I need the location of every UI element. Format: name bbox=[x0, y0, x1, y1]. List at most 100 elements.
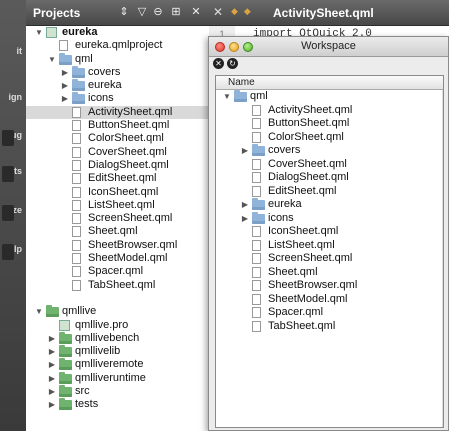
file-row[interactable]: ButtonSheet.qml bbox=[26, 119, 209, 132]
disclosure-collapsed-icon[interactable]: ▶ bbox=[60, 92, 70, 105]
file-row[interactable]: ActivitySheet.qml bbox=[26, 105, 209, 120]
folder-row[interactable]: ▶ covers bbox=[26, 65, 209, 79]
file-row[interactable]: ButtonSheet.qml bbox=[216, 117, 443, 131]
tree-item-label: qmlliveruntime bbox=[75, 371, 146, 384]
file-row[interactable]: IconSheet.qml bbox=[216, 225, 443, 239]
folder-row[interactable]: ▶ covers bbox=[216, 144, 443, 158]
folder-row[interactable]: ▶ eureka bbox=[26, 79, 209, 92]
folder-row[interactable]: ▶ src bbox=[26, 385, 209, 398]
disclosure-collapsed-icon[interactable]: ▶ bbox=[47, 358, 57, 371]
disclosure-collapsed-icon[interactable]: ▶ bbox=[60, 66, 70, 79]
file-row[interactable]: CoverSheet.qml bbox=[26, 146, 209, 159]
file-row[interactable]: eureka.qmlproject bbox=[26, 39, 209, 52]
disclosure-collapsed-icon[interactable]: ▶ bbox=[47, 332, 57, 345]
file-row[interactable]: ListSheet.qml bbox=[26, 199, 209, 212]
folder-icon bbox=[59, 385, 72, 398]
file-row[interactable]: SheetBrowser.qml bbox=[26, 239, 209, 252]
folder-row[interactable]: ▶ eureka bbox=[216, 198, 443, 212]
projects-title: Projects bbox=[33, 6, 81, 20]
folder-row[interactable]: ▶ qmlliveruntime bbox=[26, 371, 209, 385]
mode-projects[interactable]: ects bbox=[0, 166, 26, 188]
disclosure-collapsed-icon[interactable]: ▶ bbox=[240, 198, 250, 212]
folder-row[interactable]: ▼ qmllive bbox=[26, 305, 209, 318]
file-icon bbox=[252, 320, 261, 332]
tree-item-label: CoverSheet.qml bbox=[268, 157, 347, 170]
file-row[interactable]: Spacer.qml bbox=[26, 265, 209, 278]
file-row[interactable]: ScreenSheet.qml bbox=[26, 212, 209, 225]
mode-design[interactable]: ign bbox=[0, 92, 26, 114]
file-row[interactable]: ScreenSheet.qml bbox=[216, 252, 443, 266]
file-row[interactable]: TabSheet.qml bbox=[216, 320, 443, 334]
disclosure-collapsed-icon[interactable]: ▶ bbox=[47, 345, 57, 358]
tree-item-label: IconSheet.qml bbox=[88, 185, 159, 198]
tree-item-label: eureka bbox=[88, 79, 122, 92]
tree-item-label: src bbox=[75, 385, 90, 398]
workspace-title: Workspace bbox=[301, 40, 356, 52]
file-row[interactable]: SheetModel.qml bbox=[216, 293, 443, 307]
file-row[interactable]: IconSheet.qml bbox=[26, 186, 209, 199]
projects-icon bbox=[2, 166, 14, 182]
disclosure-expanded-icon[interactable]: ▼ bbox=[47, 53, 57, 66]
file-row[interactable]: SheetModel.qml bbox=[26, 252, 209, 265]
workspace-titlebar[interactable]: Workspace bbox=[209, 37, 448, 57]
folder-row[interactable]: ▶ qmllivebench bbox=[26, 331, 209, 345]
tree-item-label: ButtonSheet.qml bbox=[88, 119, 170, 132]
file-row[interactable]: ColorSheet.qml bbox=[26, 132, 209, 145]
close-icon[interactable]: ✕ bbox=[213, 58, 224, 69]
file-row[interactable]: Spacer.qml bbox=[216, 306, 443, 320]
file-row[interactable]: Sheet.qml bbox=[26, 225, 209, 238]
file-row[interactable]: ColorSheet.qml bbox=[216, 131, 443, 145]
editor-tab-title[interactable]: ActivitySheet.qml bbox=[273, 6, 374, 20]
folder-row[interactable]: ▶ tests bbox=[26, 398, 209, 411]
disclosure-expanded-icon[interactable]: ▼ bbox=[222, 90, 232, 104]
mode-debug[interactable]: ug bbox=[0, 130, 26, 152]
mode-analyze[interactable]: yze bbox=[0, 205, 26, 227]
file-icon bbox=[252, 239, 261, 251]
file-row[interactable]: ActivitySheet.qml bbox=[216, 104, 443, 118]
close-icon[interactable]: ✕ bbox=[213, 5, 223, 19]
mode-design-label: ign bbox=[8, 92, 23, 102]
file-icon bbox=[252, 185, 261, 197]
disclosure-collapsed-icon[interactable]: ▶ bbox=[47, 385, 57, 398]
project-icon bbox=[46, 27, 57, 38]
link-icon[interactable]: ⊖ bbox=[152, 6, 164, 18]
tree-item-label: covers bbox=[88, 65, 121, 78]
navigation-arrows-icon[interactable]: ◆◆ bbox=[231, 6, 257, 17]
folder-icon bbox=[72, 65, 85, 78]
name-column-header[interactable]: Name bbox=[216, 76, 443, 90]
folder-row[interactable]: ▼ qml bbox=[216, 90, 443, 104]
disclosure-collapsed-icon[interactable]: ▶ bbox=[60, 79, 70, 92]
file-row[interactable]: Sheet.qml bbox=[216, 266, 443, 280]
view-selector-icon[interactable]: ⇕ bbox=[118, 6, 130, 18]
split-icon[interactable]: ⊞ bbox=[170, 6, 182, 18]
file-row[interactable]: EditSheet.qml bbox=[216, 185, 443, 199]
filter-icon[interactable]: ▽ bbox=[136, 6, 148, 18]
folder-icon bbox=[46, 305, 59, 318]
file-row[interactable]: EditSheet.qml bbox=[26, 172, 209, 185]
file-row[interactable]: ListSheet.qml bbox=[216, 239, 443, 253]
disclosure-expanded-icon[interactable]: ▼ bbox=[34, 26, 44, 39]
file-row[interactable]: TabSheet.qml bbox=[26, 279, 209, 292]
tree-item-label: DialogSheet.qml bbox=[268, 171, 349, 183]
folder-row[interactable]: ▶ qmlliveremote bbox=[26, 358, 209, 371]
close-icon[interactable]: ✕ bbox=[190, 6, 202, 18]
file-row[interactable]: SheetBrowser.qml bbox=[216, 279, 443, 293]
disclosure-expanded-icon[interactable]: ▼ bbox=[34, 305, 44, 318]
disclosure-collapsed-icon[interactable]: ▶ bbox=[47, 398, 57, 411]
file-row[interactable]: qmllive.pro bbox=[26, 319, 209, 332]
disclosure-collapsed-icon[interactable]: ▶ bbox=[47, 372, 57, 385]
refresh-icon[interactable]: ↻ bbox=[227, 58, 238, 69]
mode-help[interactable]: lp bbox=[0, 244, 26, 266]
file-row[interactable]: ▼ eureka bbox=[26, 26, 209, 39]
file-row[interactable]: CoverSheet.qml bbox=[216, 158, 443, 172]
folder-row[interactable]: ▶ icons bbox=[26, 92, 209, 105]
disclosure-collapsed-icon[interactable]: ▶ bbox=[240, 144, 250, 158]
folder-row[interactable]: ▶ icons bbox=[216, 211, 443, 226]
folder-row[interactable]: ▶ qmllivelib bbox=[26, 345, 209, 358]
tree-item-label: qmllivelib bbox=[75, 345, 121, 358]
folder-row[interactable]: ▼ qml bbox=[26, 52, 209, 66]
disclosure-collapsed-icon[interactable]: ▶ bbox=[240, 212, 250, 226]
file-row[interactable]: DialogSheet.qml bbox=[216, 171, 443, 185]
mode-edit[interactable]: it bbox=[0, 46, 26, 68]
file-row[interactable]: DialogSheet.qml bbox=[26, 159, 209, 172]
